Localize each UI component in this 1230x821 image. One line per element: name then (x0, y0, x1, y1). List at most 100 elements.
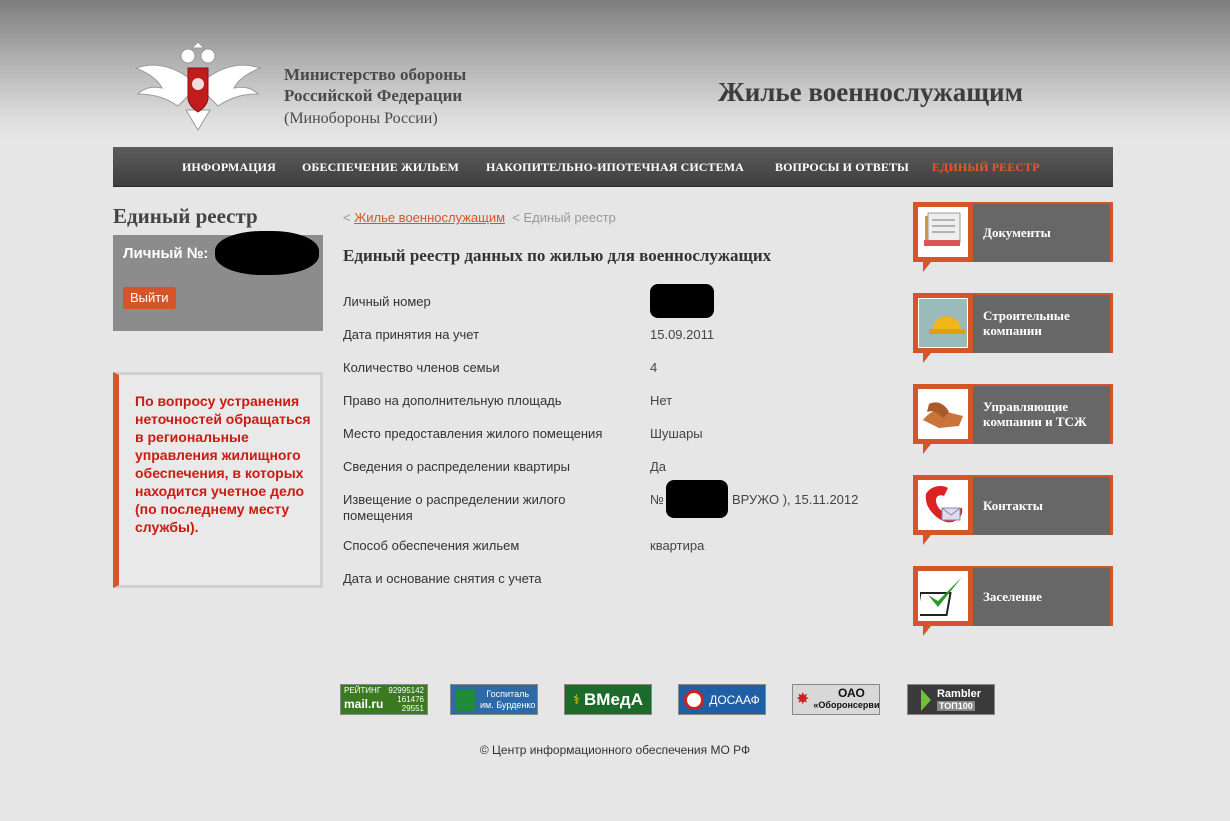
nav-item-faq[interactable]: ВОПРОСЫ И ОТВЕТЫ (775, 160, 909, 175)
oboronservis-logo-icon: ✸ (796, 691, 810, 708)
rambler-top100-banner[interactable]: Rambler ТОП100 (907, 684, 995, 715)
row-label: Место предоставления жилого помещения (343, 426, 603, 441)
mailru-count: 92995142 (388, 686, 424, 695)
ministry-name[interactable]: Министерство обороны Российской Федераци… (284, 64, 466, 131)
sidebar-tip (923, 535, 931, 545)
sidebar-item-label: Управляющие компании и ТСЖ (983, 399, 1087, 429)
row-value-prefix: № (650, 492, 664, 507)
redacted-notice-number (666, 480, 728, 518)
row-label: Дата и основание снятия с учета (343, 571, 542, 586)
redacted-number (215, 231, 319, 275)
dosaaf-banner[interactable]: ДОСААФ (678, 684, 766, 715)
sidebar-tip (923, 444, 931, 454)
documents-icon (918, 207, 968, 257)
checkmark-icon (918, 571, 968, 621)
row-label: Способ обеспечения жильем (343, 538, 520, 553)
breadcrumb-current: Единый реестр (523, 210, 616, 225)
row-label: Право на дополнительную площадь (343, 393, 562, 408)
sidebar-item-management[interactable]: Управляющие компании и ТСЖ (913, 384, 1113, 454)
row-value: 15.09.2011 (650, 327, 715, 342)
oboronservis-text: ОАО«Оборонсервис» (813, 686, 880, 711)
ministry-name-line1: Министерство обороны (284, 65, 467, 84)
rambler-text: Rambler ТОП100 (936, 687, 982, 712)
mailru-brand: mail.ru (344, 696, 384, 711)
mailru-count: 29551 (401, 704, 424, 713)
vmeda-banner[interactable]: ⚕ ВМедА (564, 684, 652, 715)
row-label: Дата принятия на учет (343, 327, 480, 342)
dosaaf-logo-icon (684, 689, 705, 710)
breadcrumb-separator: < (343, 210, 351, 225)
sidebar-thumb (913, 566, 973, 626)
page-title: Единый реестр данных по жилью для военно… (343, 246, 772, 265)
mailru-counts: 161476 29551 (397, 695, 424, 713)
ministry-name-line2: Российской Федерации (284, 86, 463, 105)
sidebar-item-label: Заселение (983, 588, 1042, 604)
left-title: Единый реестр (113, 204, 258, 228)
sidebar-thumb (913, 384, 973, 444)
breadcrumb-separator: < (512, 210, 520, 225)
rambler-line2: ТОП100 (936, 700, 975, 711)
breadcrumb: < Жилье военнослужащим < Единый реестр (343, 210, 616, 225)
sidebar-thumb (913, 475, 973, 535)
row-value-text: ВРУЖО ), 15.11.2012 (731, 492, 859, 507)
notice-box: По вопросу устранения неточностей обраща… (113, 372, 323, 588)
rambler-logo-icon (920, 688, 931, 711)
sidebar-tip (923, 626, 931, 636)
burdenko-line2: им. Бурденко (480, 699, 536, 710)
copyright: © Центр информационного обеспечения МО Р… (479, 743, 751, 757)
row-value: квартира (650, 538, 705, 553)
mailru-rating-label: РЕЙТИНГ (344, 686, 382, 695)
nav-item-registry[interactable]: ЕДИНЫЙ РЕЕСТР (932, 160, 1040, 175)
ministry-name-short: (Минобороны России) (284, 110, 438, 127)
logout-button[interactable]: Выйти (123, 287, 176, 309)
sidebar-item-label: Документы (983, 224, 1051, 240)
nav-item-information[interactable]: ИНФОРМАЦИЯ (182, 160, 276, 175)
row-label: Личный номер (343, 294, 431, 309)
burdenko-hospital-banner[interactable]: Госпиталь им. Бурденко (450, 684, 538, 715)
oboronservis-line1: ОАО (838, 686, 865, 700)
burdenko-logo-icon (455, 688, 475, 711)
rambler-line1: Rambler (936, 687, 982, 700)
sidebar-item-settlement[interactable]: Заселение (913, 566, 1113, 636)
mailru-top-row: РЕЙТИНГ 92995142 (344, 686, 424, 695)
mailru-rating-banner[interactable]: РЕЙТИНГ 92995142 mail.ru 161476 29551 (340, 684, 428, 715)
mailru-count: 161476 (397, 695, 424, 704)
row-value: Шушары (650, 426, 703, 441)
row-value: Да (650, 459, 667, 474)
vmeda-logo-icon: ⚕ (572, 691, 581, 707)
vmeda-text: ВМедА (584, 689, 643, 709)
breadcrumb-home-link[interactable]: Жилье военнослужащим (354, 210, 505, 225)
row-label: Количество членов семьи (343, 360, 500, 375)
sidebar-thumb (913, 202, 973, 262)
helmet-icon (918, 298, 968, 348)
row-label: Извещение о распределении жилого помещен… (343, 492, 566, 523)
dosaaf-text: ДОСААФ (709, 692, 760, 707)
sidebar-item-label: Контакты (983, 497, 1043, 513)
user-number-label: Личный №: (123, 245, 209, 262)
handshake-icon (918, 389, 968, 439)
mailru-bottom-row: mail.ru 161476 29551 (344, 695, 424, 713)
sidebar-item-construction[interactable]: Строительные компании (913, 293, 1113, 363)
row-value: Нет (650, 393, 673, 408)
site-title[interactable]: Жилье военнослужащим (718, 77, 1023, 108)
sidebar-tip (923, 353, 931, 363)
oboronservis-banner[interactable]: ✸ ОАО«Оборонсервис» (792, 684, 880, 715)
burdenko-text: Госпиталь им. Бурденко (480, 689, 535, 711)
ministry-emblem-icon[interactable] (132, 40, 264, 132)
row-value: 4 (650, 360, 658, 375)
nav-item-housing[interactable]: ОБЕСПЕЧЕНИЕ ЖИЛЬЕМ (302, 160, 459, 175)
phone-icon (918, 480, 968, 530)
nav-item-mortgage[interactable]: НАКОПИТЕЛЬНО-ИПОТЕЧНАЯ СИСТЕМА (486, 160, 744, 175)
redacted-personal-number (650, 284, 714, 318)
burdenko-line1: Госпиталь (486, 688, 530, 699)
oboronservis-line2: «Оборонсервис» (813, 700, 880, 710)
main-nav: ИНФОРМАЦИЯ ОБЕСПЕЧЕНИЕ ЖИЛЬЕМ НАКОПИТЕЛЬ… (113, 147, 1113, 187)
notice-text: По вопросу устранения неточностей обраща… (135, 393, 311, 535)
sidebar-tip (923, 262, 931, 272)
sidebar-item-label: Строительные компании (983, 308, 1070, 338)
row-label: Сведения о распределении квартиры (343, 459, 570, 474)
sidebar-thumb (913, 293, 973, 353)
user-box: Личный №: Выйти (113, 231, 323, 331)
sidebar-item-documents[interactable]: Документы (913, 202, 1113, 272)
sidebar-item-contacts[interactable]: Контакты (913, 475, 1113, 545)
